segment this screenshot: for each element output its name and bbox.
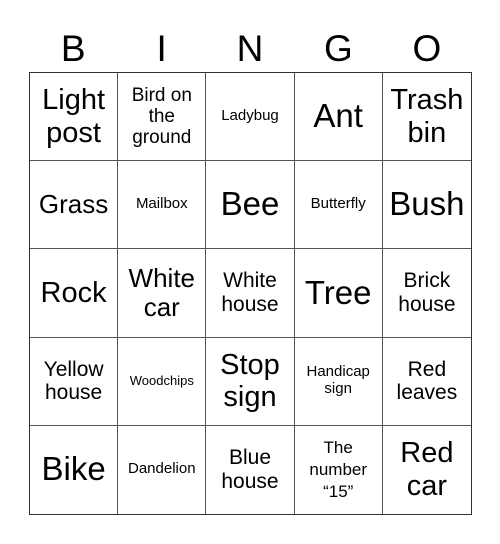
- bingo-square[interactable]: Light post: [30, 73, 119, 162]
- bingo-square[interactable]: Stop sign: [206, 337, 295, 426]
- header-letter-o: O: [412, 28, 442, 69]
- bingo-square[interactable]: Bush: [382, 161, 471, 250]
- bingo-square[interactable]: Ant: [294, 73, 383, 162]
- bingo-square[interactable]: Handicap sign: [294, 337, 383, 426]
- bingo-square[interactable]: Red car: [383, 426, 471, 514]
- bingo-grid: Light post Bird on the ground Ladybug An…: [29, 72, 472, 515]
- bingo-header: B I N G O: [29, 26, 471, 72]
- bingo-square[interactable]: Grass: [30, 161, 119, 250]
- header-letter-i: I: [156, 28, 167, 69]
- header-letter-g: G: [324, 28, 353, 69]
- bingo-square[interactable]: Trash bin: [382, 73, 471, 162]
- bingo-square[interactable]: Bike: [30, 425, 119, 514]
- bingo-square[interactable]: Bee: [206, 161, 295, 250]
- bingo-square[interactable]: Ladybug: [206, 73, 295, 162]
- bingo-square[interactable]: Red leaves: [382, 338, 471, 426]
- bingo-square[interactable]: Blue house: [206, 425, 295, 514]
- bingo-square[interactable]: Dandelion: [118, 425, 207, 514]
- bingo-square[interactable]: Bird on the ground: [118, 73, 207, 162]
- bingo-square[interactable]: Yellow house: [30, 337, 119, 426]
- bingo-square[interactable]: Butterfly: [294, 161, 383, 250]
- bingo-square[interactable]: Tree: [294, 249, 383, 338]
- bingo-square[interactable]: Woodchips: [118, 337, 207, 426]
- bingo-square[interactable]: White car: [118, 249, 207, 338]
- bingo-square[interactable]: The number “15”: [295, 425, 383, 514]
- header-letter-b: B: [60, 28, 86, 69]
- header-letter-n: N: [236, 28, 264, 69]
- bingo-square[interactable]: Rock: [30, 249, 119, 338]
- bingo-square[interactable]: Brick house: [382, 249, 471, 338]
- bingo-square[interactable]: Mailbox: [118, 161, 207, 250]
- bingo-square[interactable]: White house: [206, 249, 295, 338]
